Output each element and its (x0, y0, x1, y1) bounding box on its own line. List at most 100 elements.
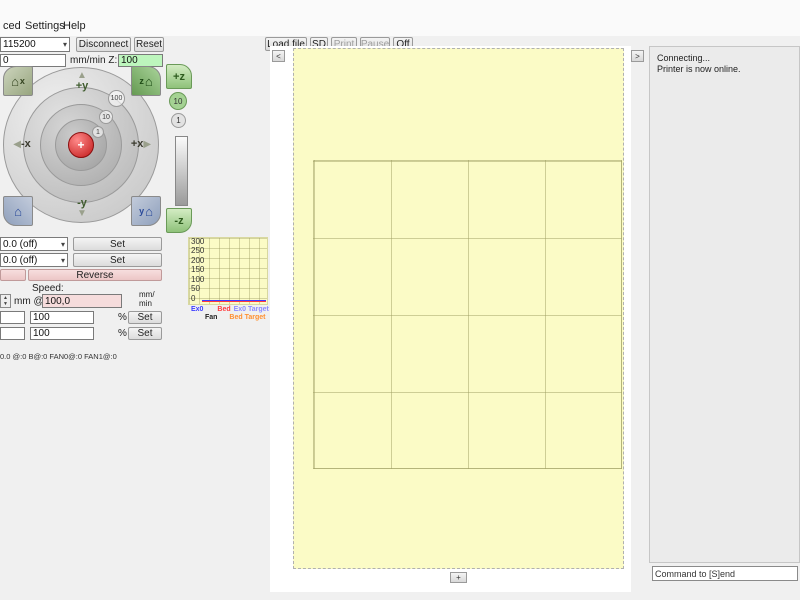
jog-x-plus-button[interactable]: +x ▶ (122, 136, 160, 152)
ring-step-1-badge: 1 (92, 126, 104, 138)
collapse-left-icon: < (276, 51, 281, 61)
expand-icon: + (456, 573, 461, 582)
graph-bed-line (202, 301, 266, 302)
mm-at-label: mm @ (14, 296, 44, 307)
length-spinner[interactable]: ▲ ▼ (0, 294, 11, 308)
z-speed-label: mm/min Z: (70, 55, 118, 66)
home-x-button[interactable]: ⌂ x (3, 66, 33, 96)
command-input[interactable] (652, 566, 798, 581)
ring-step-10-label: 10 (102, 113, 110, 121)
z-speed-value: 100 (121, 55, 138, 66)
graph-ytick: 200 (191, 256, 205, 265)
home-z-button[interactable]: z ⌂ (131, 66, 161, 96)
jog-y-plus-button[interactable]: ▲ +y (66, 68, 98, 94)
legend-fan: Fan (205, 314, 218, 321)
build-plate[interactable] (293, 48, 624, 569)
bed-set-label: Set (109, 254, 125, 266)
log-line: Printer is now online. (657, 64, 741, 74)
spin-down-icon: ▼ (3, 301, 8, 307)
arrow-right-icon: ▶ (143, 138, 152, 150)
dropdown-icon: ▾ (62, 40, 67, 49)
baud-select[interactable]: 115200 ▾ (0, 37, 70, 52)
jog-z-minus-button[interactable]: -z (166, 208, 192, 233)
graph-legend-row1: Ex0 Bed Ex0 Target (191, 306, 269, 313)
z-step-10-label: 10 (173, 96, 183, 106)
home-icon: ⌂ (144, 73, 153, 89)
extrude-speed-input[interactable]: 100,0 (42, 294, 122, 308)
jog-z-minus-label: -z (174, 214, 184, 227)
dropdown-icon: ▾ (60, 239, 65, 249)
temperature-status-line: 0.0 @:0 B@:0 FAN0@:0 FAN1@:0 (0, 352, 117, 361)
menu-help[interactable]: Help (63, 20, 86, 32)
arrow-down-icon: ▼ (77, 207, 87, 219)
reverse-label: Reverse (76, 269, 114, 281)
log-line: Connecting... (657, 53, 711, 63)
z-step-1-button[interactable]: 1 (171, 113, 186, 128)
collapse-left-button[interactable]: < (272, 50, 285, 62)
multiplier2-set-label: Set (137, 328, 153, 339)
multiplier1-set-button[interactable]: Set (128, 311, 162, 324)
legend-ex0-target: Ex0 Target (233, 306, 269, 313)
home-z-letter: z (139, 76, 144, 86)
legend-bed: Bed (217, 306, 231, 313)
collapse-right-button[interactable]: > (631, 50, 644, 62)
menu-settings[interactable]: Settings (25, 20, 65, 32)
extrude-button-partial[interactable] (0, 269, 26, 281)
legend-ex0: Ex0 (191, 306, 204, 313)
heater-temp-value: 0.0 (off) (3, 238, 38, 250)
jog-x-plus-label: +x (130, 138, 144, 150)
log-panel[interactable]: Connecting... Printer is now online. (649, 46, 800, 563)
jog-center-button[interactable]: + (68, 132, 94, 158)
disconnect-label: Disconnect (78, 39, 129, 50)
heater-set-button[interactable]: Set (73, 237, 162, 251)
z-step-1-label: 1 (176, 116, 181, 125)
temperature-graph: 300 250 200 150 100 50 0 (188, 237, 268, 305)
jog-x-minus-button[interactable]: ◀ -x (4, 136, 40, 152)
reset-label: Reset (135, 39, 163, 50)
dropdown-icon: ▾ (60, 255, 65, 265)
multiplier2-input-partial[interactable] (0, 327, 25, 340)
ring-step-10-badge: 10 (99, 110, 113, 124)
bed-set-button[interactable]: Set (73, 253, 162, 267)
multiplier1-input-partial[interactable] (0, 311, 25, 324)
graph-ytick: 0 (191, 294, 196, 303)
home-y-button[interactable]: y ⌂ (131, 196, 161, 226)
jog-y-minus-button[interactable]: -y ▼ (66, 194, 98, 220)
graph-legend-row2: Fan Bed Target (191, 314, 265, 321)
jog-x-minus-label: -x (20, 138, 31, 150)
home-icon: ⌂ (11, 73, 19, 89)
heater-temp-select[interactable]: 0.0 (off) ▾ (0, 237, 68, 251)
multiplier2-set-button[interactable]: Set (128, 327, 162, 340)
menu-bar: ced Settings Help (0, 0, 800, 36)
graph-ytick: 50 (191, 284, 200, 293)
graph-ytick: 300 (191, 237, 205, 246)
ring-step-100-badge: 100 (108, 90, 125, 107)
home-all-button[interactable]: ⌂ (3, 196, 33, 226)
speed-label: Speed: (32, 283, 64, 294)
jog-y-plus-label: +y (75, 79, 89, 92)
viewport-canvas: < + (270, 46, 631, 592)
arrow-left-icon: ◀ (13, 138, 21, 150)
menu-advanced[interactable]: ced (3, 20, 21, 32)
z-step-10-button[interactable]: 10 (169, 92, 187, 110)
reverse-button[interactable]: Reverse (28, 269, 162, 281)
xy-speed-value: 0 (3, 55, 9, 66)
percent-label-2: % (118, 328, 127, 339)
bed-temp-value: 0.0 (off) (3, 254, 38, 266)
ring-step-1-label: 1 (96, 128, 100, 136)
expand-button[interactable]: + (450, 572, 467, 583)
rate-unit-line1: mm/ (139, 290, 155, 299)
legend-bed-target: Bed Target (229, 314, 266, 321)
z-slider[interactable] (175, 136, 188, 206)
multiplier1-set-label: Set (137, 312, 153, 323)
disconnect-button[interactable]: Disconnect (76, 37, 131, 52)
multiplier2-input[interactable]: 100 (30, 327, 94, 340)
jog-z-plus-button[interactable]: +z (166, 64, 192, 89)
multiplier1-input[interactable]: 100 (30, 311, 94, 324)
bed-temp-select[interactable]: 0.0 (off) ▾ (0, 253, 68, 267)
build-plate-grid (313, 160, 622, 469)
percent-label-1: % (118, 312, 127, 323)
reset-button[interactable]: Reset (134, 37, 164, 52)
home-icon: ⌂ (14, 203, 22, 219)
multiplier2-value: 100 (33, 328, 50, 339)
